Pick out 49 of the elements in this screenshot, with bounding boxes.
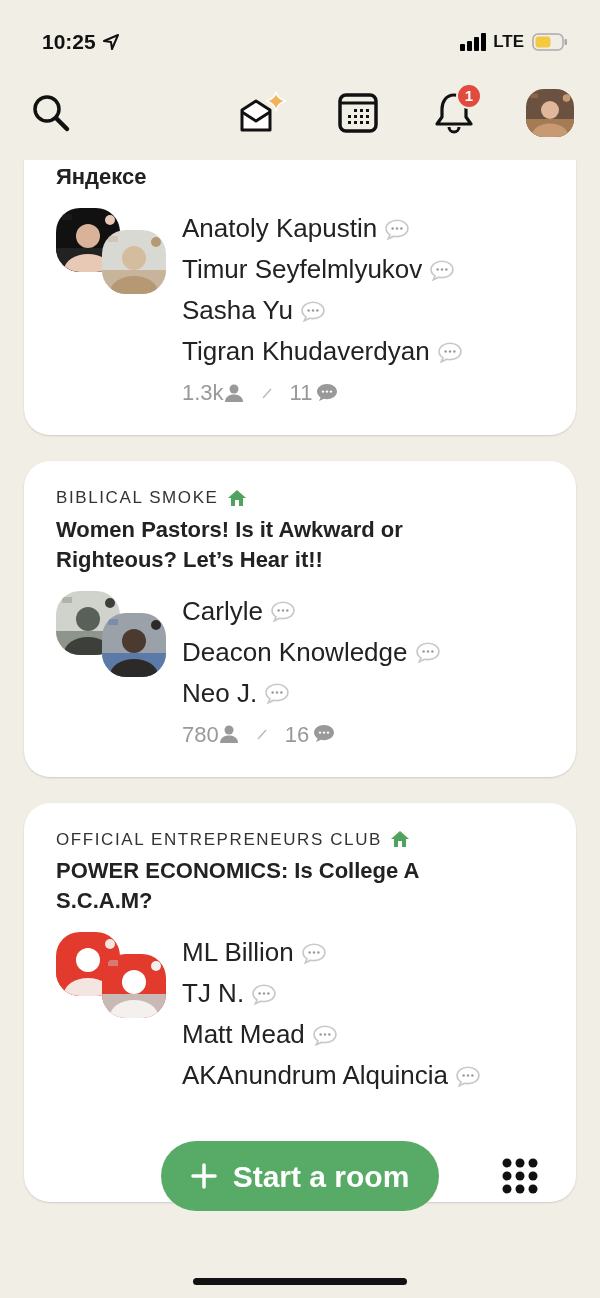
speaker-name: Carlyle bbox=[182, 594, 263, 628]
comment-icon bbox=[313, 724, 336, 744]
chat-bubble-icon bbox=[437, 340, 462, 363]
house-icon bbox=[389, 830, 410, 849]
house-icon bbox=[226, 488, 247, 507]
speaker-name: Anatoly Kapustin bbox=[182, 212, 378, 245]
plus-icon bbox=[190, 1163, 217, 1189]
room-title: Яндексе bbox=[56, 163, 148, 191]
speaker-name: Tigran Khudaverdyan bbox=[182, 335, 430, 368]
club-name: OFFICIAL ENTREPRENEURS CLUB bbox=[56, 828, 382, 851]
chat-bubble-icon bbox=[430, 258, 455, 281]
comment-icon bbox=[316, 382, 339, 403]
chat-bubble-icon bbox=[301, 941, 326, 964]
comment-count: 11 bbox=[289, 379, 313, 407]
person-icon bbox=[223, 382, 244, 403]
chat-bubble-icon bbox=[312, 1023, 337, 1046]
club-name: BIBLICAL SMOKE bbox=[56, 487, 219, 509]
listener-count: 780 bbox=[182, 720, 219, 749]
speaker-name: ML Billion bbox=[182, 936, 294, 969]
notification-badge: 1 bbox=[456, 83, 482, 109]
slash-icon bbox=[254, 727, 269, 741]
chat-bubble-icon bbox=[300, 299, 325, 322]
dots-grid-icon[interactable] bbox=[502, 1158, 538, 1194]
chat-bubble-icon bbox=[455, 1064, 480, 1087]
calendar-icon[interactable] bbox=[338, 93, 378, 133]
speaker-name: Matt Mead bbox=[182, 1018, 305, 1051]
chat-bubble-icon bbox=[270, 600, 295, 622]
speaker-name: Sasha Yu bbox=[182, 294, 293, 327]
search-icon[interactable] bbox=[30, 92, 72, 134]
speaker-name: Timur Seyfelmlyukov bbox=[182, 253, 423, 286]
signal-icon bbox=[460, 33, 489, 51]
battery-icon bbox=[532, 33, 568, 51]
speaker-name: Neo J. bbox=[182, 676, 258, 710]
room-title: Women Pastors! Is it Awkward or Righteous? Let’s Hear it!! bbox=[56, 515, 404, 574]
person-icon bbox=[218, 724, 239, 744]
speaker-name: TJ N. bbox=[182, 977, 245, 1010]
location-arrow-icon bbox=[101, 33, 120, 51]
listener-count: 1.3k bbox=[182, 379, 224, 407]
network-label: LTE bbox=[493, 31, 524, 54]
chat-bubble-icon bbox=[252, 982, 277, 1005]
status-time: 10:25 bbox=[42, 29, 96, 56]
comment-count: 16 bbox=[284, 720, 310, 749]
chat-bubble-icon bbox=[265, 682, 290, 704]
chat-bubble-icon bbox=[385, 217, 410, 240]
speaker-name: AKAnundrum Alquincia bbox=[182, 1059, 448, 1092]
chat-bubble-icon bbox=[415, 641, 440, 663]
speaker-name: Deacon Knowledge bbox=[182, 635, 408, 669]
start-room-button[interactable]: Start a room bbox=[161, 1141, 439, 1211]
room-title: POWER ECONOMICS: Is College A S.C.A.M? bbox=[56, 857, 420, 915]
